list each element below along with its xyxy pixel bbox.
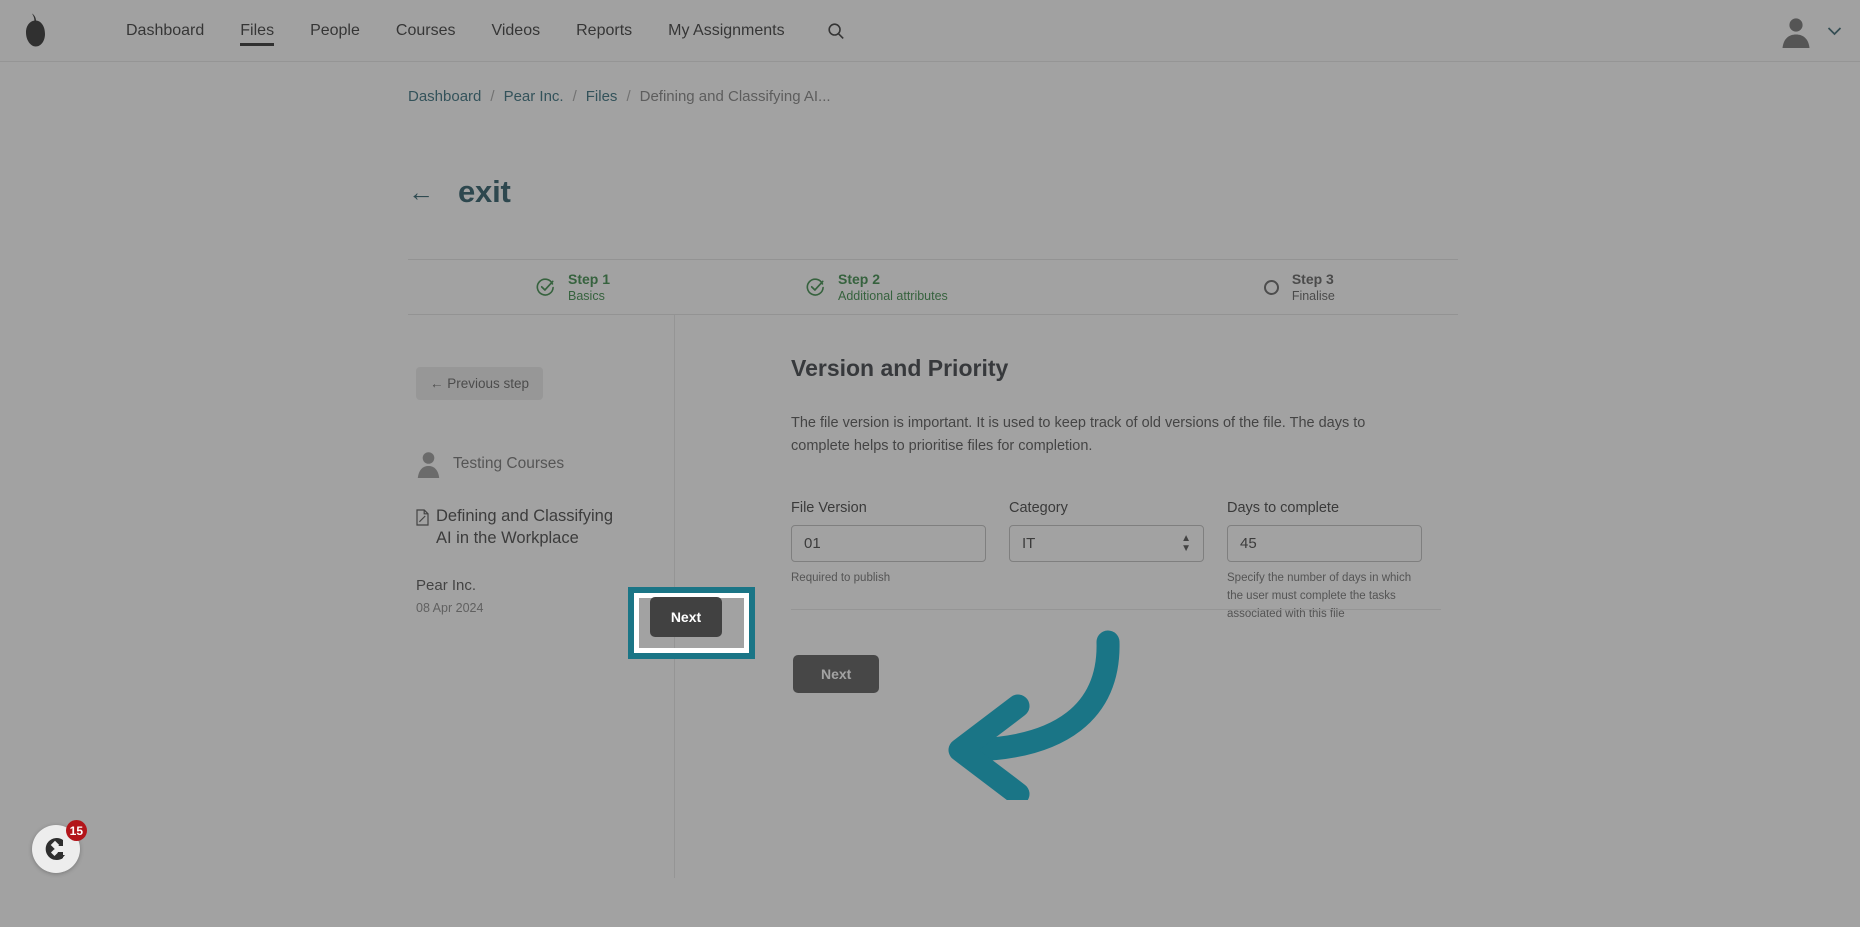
file-document-icon: [416, 509, 429, 526]
breadcrumb-separator: /: [490, 88, 495, 105]
course-name: Testing Courses: [453, 455, 565, 472]
stepper-step-2[interactable]: Step 2 Additional attributes: [806, 271, 948, 303]
check-circle-icon: [806, 277, 824, 296]
breadcrumb: Dashboard / Pear Inc. / Files / Defining…: [408, 88, 831, 105]
breadcrumb-separator: /: [572, 88, 577, 105]
file-title-text[interactable]: Defining and Classifying AI in the Workp…: [436, 505, 616, 550]
top-navigation-bar: Dashboard Files People Courses Videos Re…: [0, 0, 1860, 62]
file-title: Defining and Classifying AI in the Workp…: [416, 505, 616, 550]
stepper-step-1-title: Step 1: [568, 271, 611, 287]
exit-link[interactable]: ← exit: [408, 174, 511, 210]
select-spinner-icon: ▲ ▼: [1181, 532, 1191, 554]
exit-label: exit: [458, 174, 511, 209]
form-fields: File Version Required to publish Categor…: [791, 500, 1458, 623]
nav-item-people[interactable]: People: [292, 0, 378, 62]
check-circle-icon: [536, 277, 554, 296]
course-summary: Testing Courses: [416, 450, 674, 478]
wizard-main-panel: Version and Priority The file version is…: [675, 315, 1458, 878]
page-title: Version and Priority: [791, 355, 1009, 381]
previous-step-button[interactable]: ← Previous step: [416, 367, 544, 400]
actions-divider: [791, 609, 1441, 610]
organisation-name: Pear Inc.: [416, 576, 477, 594]
nav-item-my-assignments[interactable]: My Assignments: [650, 0, 802, 62]
nav-item-dashboard[interactable]: Dashboard: [108, 0, 222, 62]
chevron-down-icon[interactable]: [1827, 26, 1842, 36]
stepper-step-1-subtitle: Basics: [568, 289, 605, 303]
stepper-step-1[interactable]: Step 1 Basics: [536, 271, 610, 303]
next-button-highlighted[interactable]: Next: [650, 597, 722, 637]
stepper-step-2-title: Step 2: [838, 271, 881, 287]
user-avatar-icon: [417, 452, 440, 478]
category-selected-value: IT: [1022, 535, 1036, 553]
search-icon[interactable]: [827, 22, 845, 40]
breadcrumb-separator: /: [626, 88, 631, 105]
breadcrumb-item-organisation[interactable]: Pear Inc.: [504, 88, 564, 105]
next-button[interactable]: Next: [793, 655, 880, 693]
user-avatar-icon: [1782, 18, 1810, 48]
breadcrumb-item-current: Defining and Classifying AI...: [639, 88, 831, 105]
days-to-complete-input[interactable]: [1227, 525, 1422, 563]
account-menu[interactable]: [1779, 0, 1842, 62]
help-chat-widget[interactable]: 15: [32, 820, 87, 873]
breadcrumb-item-files[interactable]: Files: [586, 88, 618, 105]
file-date: 08 Apr 2024: [416, 600, 484, 615]
category-select[interactable]: IT ▲ ▼: [1009, 525, 1204, 563]
field-hint-days-to-complete: Specify the number of days in which the …: [1227, 572, 1412, 620]
field-label-file-version: File Version: [791, 500, 867, 517]
page-description: The file version is important. It is use…: [791, 415, 1366, 455]
nav-item-reports[interactable]: Reports: [558, 0, 650, 62]
field-hint-file-version: Required to publish: [791, 572, 891, 585]
file-version-input[interactable]: [791, 525, 986, 563]
stepper-step-3[interactable]: Step 3 Finalise: [1263, 271, 1335, 303]
page-body: Dashboard / Pear Inc. / Files / Defining…: [0, 62, 1860, 927]
nav-item-videos[interactable]: Videos: [473, 0, 558, 62]
field-file-version: File Version Required to publish: [791, 500, 986, 623]
nav-item-courses[interactable]: Courses: [378, 0, 474, 62]
stepper-step-3-subtitle: Finalise: [1291, 289, 1335, 303]
field-category: Category IT ▲ ▼: [1009, 500, 1204, 623]
nav-item-files[interactable]: Files: [222, 0, 292, 62]
field-label-category: Category: [1009, 500, 1068, 517]
field-days-to-complete: Days to complete Specify the number of d…: [1227, 500, 1422, 623]
wizard-sidebar: ← Previous step Testing Courses Defining…: [408, 315, 675, 878]
primary-nav-items: Dashboard Files People Courses Videos Re…: [108, 0, 803, 62]
breadcrumb-item-dashboard[interactable]: Dashboard: [408, 88, 481, 105]
empty-circle-icon: [1263, 279, 1279, 295]
arrow-left-icon: ←: [408, 177, 434, 207]
wizard-stepper: Step 1 Basics Step 2 Additional attribut…: [408, 259, 1458, 315]
wizard-content: ← Previous step Testing Courses Defining…: [408, 315, 1458, 878]
pear-logo-icon[interactable]: [4, 0, 66, 62]
stepper-step-2-subtitle: Additional attributes: [838, 289, 948, 303]
stepper-step-3-title: Step 3: [1291, 271, 1334, 287]
field-label-days-to-complete: Days to complete: [1227, 500, 1340, 517]
help-badge-count: 15: [65, 820, 87, 841]
